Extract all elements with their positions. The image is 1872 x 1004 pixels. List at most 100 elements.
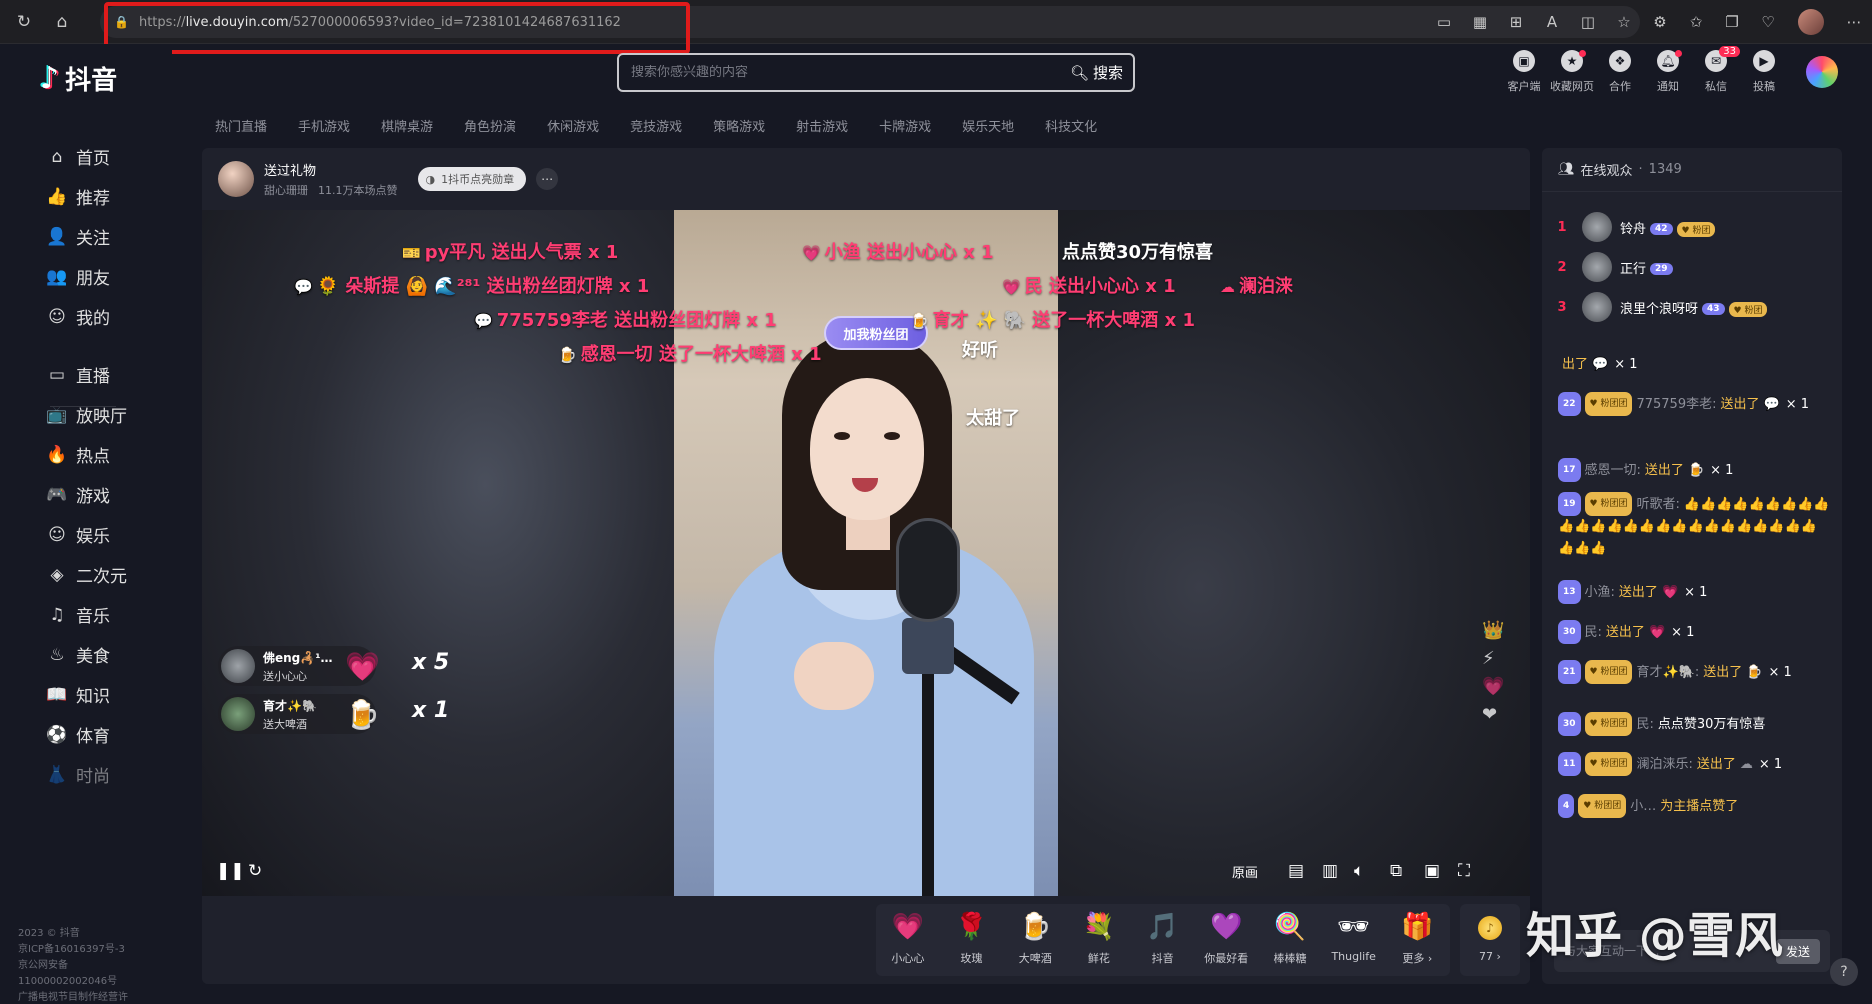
theater-mode-icon[interactable]: ▣ [1424, 861, 1440, 881]
pause-icon[interactable]: ❚❚ [216, 861, 245, 881]
gift-item[interactable]: 🎵抖音 [1131, 904, 1195, 976]
refresh-stream-icon[interactable]: ↻ [248, 861, 262, 881]
chat-username[interactable]: 小渔: [1585, 585, 1615, 600]
chat-username[interactable]: 775759李老: [1636, 397, 1716, 412]
footer-line[interactable]: 京ICP备16016397号-3 [18, 942, 128, 958]
sidebar-item[interactable]: 👥朋友 [46, 264, 110, 289]
volume-icon[interactable]: 🔈︎ [1354, 861, 1364, 881]
anchor-avatar[interactable] [218, 161, 254, 197]
category-tab[interactable]: 休闲游戏 [547, 116, 599, 135]
sidebar-item[interactable]: 📖知识 [46, 682, 110, 707]
home-icon[interactable]: ⌂ [48, 8, 76, 36]
header-action-desktop[interactable]: ▣客户端 [1500, 50, 1548, 94]
footer-line[interactable]: 京公网安备 [18, 958, 128, 974]
sidebar-item[interactable]: ⚽体育 [46, 722, 110, 747]
sidebar-item[interactable]: 🎮游戏 [46, 482, 110, 507]
sidebar-item[interactable]: ♨美食 [46, 642, 110, 667]
category-tab[interactable]: 热门直播 [215, 116, 267, 135]
apps-icon[interactable]: ⊞ [1498, 13, 1534, 31]
header-action-upload[interactable]: ▶投稿 [1740, 50, 1788, 94]
sidebar-item[interactable]: ☺我的 [46, 304, 110, 329]
more-options-icon[interactable]: ⋯ [536, 168, 558, 190]
header-action-message[interactable]: ✉私信33 [1692, 50, 1740, 94]
sidebar-item[interactable]: ⌂首页 [46, 144, 110, 169]
gift-item[interactable]: 🍺大啤酒 [1003, 904, 1067, 976]
send-button[interactable]: 发送 [1776, 939, 1820, 964]
danmaku-settings-icon[interactable]: ▥ [1322, 861, 1338, 881]
category-tab[interactable]: 角色扮演 [464, 116, 516, 135]
chat-username[interactable]: 听歌者: [1636, 497, 1679, 512]
online-viewers-header[interactable]: 👥︎ 在线观众 · 1349 [1542, 148, 1842, 192]
browser-profile-avatar[interactable] [1798, 9, 1824, 35]
level-badge: 22 [1558, 392, 1581, 416]
category-tab[interactable]: 科技文化 [1045, 116, 1097, 135]
danmaku-message: 太甜了 [966, 404, 1020, 430]
category-tab[interactable]: 策略游戏 [713, 116, 765, 135]
chat-username[interactable]: 民: [1585, 625, 1602, 640]
search-button[interactable]: 🔍︎ 搜索 [1060, 62, 1133, 83]
chat-username[interactable]: 感恩一切: [1585, 463, 1641, 478]
cast-icon[interactable]: ▭ [1426, 13, 1462, 31]
chat-message: 22♥ 粉团团775759李老:送出了💬× 1 [1558, 392, 1830, 416]
qr-icon[interactable]: ▦ [1462, 13, 1498, 31]
sidebar-item[interactable]: 👗时尚 [46, 762, 110, 787]
gift-item[interactable]: 💜你最好看 [1194, 904, 1258, 976]
fullscreen-icon[interactable]: ⛶ [1458, 861, 1470, 881]
danmaku-toggle-icon[interactable]: ▤ [1288, 861, 1304, 881]
sidebar-item[interactable]: ☺娱乐 [46, 522, 110, 547]
gift-item[interactable]: 🍭棒棒糖 [1258, 904, 1322, 976]
category-tab[interactable]: 娱乐天地 [962, 116, 1014, 135]
gift-item[interactable]: 💗小心心 [876, 904, 940, 976]
douyin-logo[interactable]: ♪ 抖音 [40, 60, 117, 97]
sidebar-item[interactable]: ♫音乐 [46, 602, 110, 627]
sidebar-item[interactable]: ▭直播 [46, 362, 110, 387]
category-tab[interactable]: 手机游戏 [298, 116, 350, 135]
sidebar-item[interactable]: 👤关注 [46, 224, 110, 249]
favorite-icon[interactable]: ☆ [1606, 13, 1642, 31]
chat-message: 13小渔:送出了💗× 1 [1558, 580, 1830, 604]
gift-item[interactable]: 🌹玫瑰 [940, 904, 1004, 976]
gift-item[interactable]: 🕶Thuglife [1322, 904, 1386, 976]
favorites-bar-icon[interactable]: ✩ [1678, 13, 1714, 31]
gift-label: 玫瑰 [961, 950, 983, 966]
split-icon[interactable]: ◫ [1570, 13, 1606, 31]
help-icon[interactable]: ? [1830, 958, 1858, 986]
category-tab[interactable]: 射击游戏 [796, 116, 848, 135]
chat-username[interactable]: 育才✨🐘: [1636, 665, 1699, 680]
video-stream[interactable]: 加我粉丝团 🎫py平凡 送出人气票 x 1💗小渔 送出小心心 x 1点点赞30万… [202, 210, 1530, 896]
category-tab[interactable]: 棋牌桌游 [381, 116, 433, 135]
level-badge: 29 [1650, 263, 1673, 275]
heart-icon: 💗 [1482, 676, 1504, 697]
chat-input[interactable] [1564, 944, 1744, 958]
sidebar-item[interactable]: 👍推荐 [46, 184, 110, 209]
chat-username[interactable]: 小… [1630, 799, 1656, 814]
coin-balance[interactable]: ♪ 77 › [1460, 904, 1520, 976]
extensions-icon[interactable]: ⚙ [1642, 13, 1678, 31]
collections-icon[interactable]: ❐ [1714, 13, 1750, 31]
gift-item[interactable]: 🎁更多 › [1386, 904, 1450, 976]
menu-icon[interactable]: ⋯ [1836, 13, 1872, 31]
address-bar[interactable]: 🔒 https://live.douyin.com/527000006593?v… [100, 6, 1640, 38]
header-action-bell[interactable]: 🔔︎通知 [1644, 50, 1692, 94]
search-input[interactable] [619, 65, 1060, 80]
read-aloud-icon[interactable]: A [1534, 13, 1570, 31]
viewer-rank-row[interactable]: 3浪里个浪呀呀43♥ 粉团 [1542, 284, 1842, 330]
quality-selector[interactable]: 原画 [1232, 862, 1258, 881]
pip-icon[interactable]: ⧉ [1390, 861, 1402, 881]
refresh-icon[interactable]: ↻ [10, 8, 38, 36]
sidebar-item-icon: ☺ [46, 525, 68, 545]
sidebar-item[interactable]: ◈二次元 [46, 562, 127, 587]
chat-username[interactable]: 澜泊涞乐: [1636, 757, 1692, 772]
gift-emoji: 💬 [1764, 397, 1780, 412]
category-tab[interactable]: 卡牌游戏 [879, 116, 931, 135]
gift-item[interactable]: 💐鲜花 [1067, 904, 1131, 976]
user-avatar[interactable] [1806, 56, 1838, 88]
header-action-handshake[interactable]: ❖合作 [1596, 50, 1644, 94]
chat-username[interactable]: 民: [1636, 717, 1653, 732]
anchor-name[interactable]: 甜心珊珊 [264, 184, 308, 197]
health-icon[interactable]: ♡ [1750, 13, 1786, 31]
light-badge-button[interactable]: ◑ 1抖币点亮勋章 [418, 167, 527, 191]
header-action-star[interactable]: ★收藏网页 [1548, 50, 1596, 94]
sidebar-item[interactable]: 🔥热点 [46, 442, 110, 467]
category-tab[interactable]: 竞技游戏 [630, 116, 682, 135]
